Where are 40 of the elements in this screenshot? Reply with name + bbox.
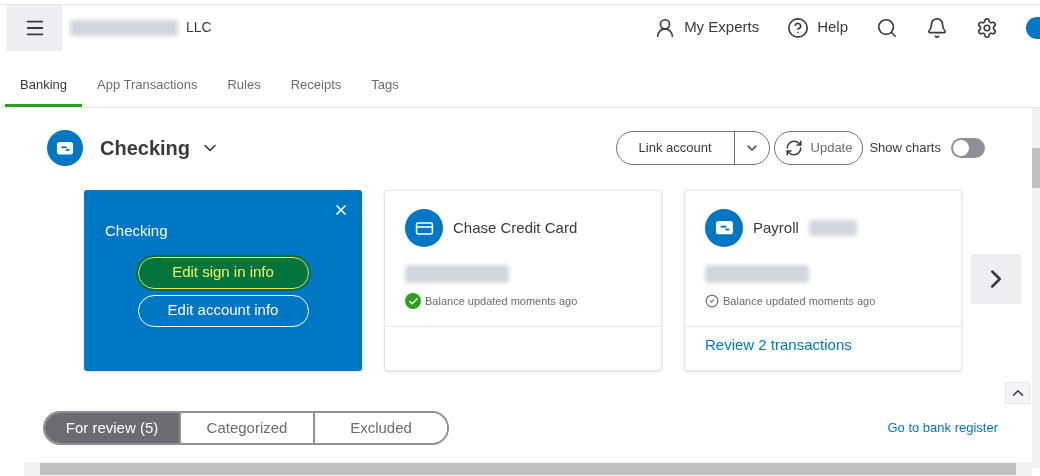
tab[interactable]: Rules [227,74,261,107]
horizontal-scrollbar[interactable] [24,462,1032,476]
account-card[interactable]: Chase Credit Card Balance updated moments ago [384,190,662,371]
avatar[interactable] [1026,16,1040,39]
bell-icon[interactable] [926,16,948,39]
show-charts-toggle[interactable] [951,138,985,158]
bank-register-link[interactable]: Go to bank register [887,418,998,438]
redacted-text [808,220,857,236]
popup-title: Checking [105,221,169,241]
account-card[interactable]: Payroll Balance updated moments ago Review 2 transactions [684,190,962,371]
account-selector[interactable]: Checking [100,133,221,163]
show-charts-label: Show charts [869,139,941,158]
filter-tab[interactable]: Excluded [313,413,447,443]
menu-button[interactable] [7,4,62,51]
help-icon [787,16,810,39]
bank-account-icon [47,130,83,166]
search-icon[interactable] [876,16,898,39]
header-link[interactable]: Help [787,16,848,39]
balance-status: Balance updated moments ago [723,294,876,309]
bank-account-icon [705,209,743,247]
company-name: LLC [186,18,212,37]
tab[interactable]: Banking [5,74,82,107]
popup-button[interactable]: Edit sign in info [137,256,309,289]
close-icon[interactable] [333,202,349,218]
filter-tab[interactable]: For review (5) [45,413,179,443]
balance-status: Balance updated moments ago [425,294,578,309]
tab[interactable]: Tags [371,74,399,107]
link-account-label[interactable]: Link account [616,132,735,164]
tab[interactable]: Receipts [290,74,342,107]
tab[interactable]: App Transactions [97,74,198,107]
settings-icon[interactable] [976,16,998,39]
next-button[interactable] [971,254,1021,304]
account-name: Payroll [753,217,799,238]
collapse-button[interactable] [1005,382,1030,404]
refresh-icon [784,139,803,157]
header-link[interactable]: My Experts [654,16,760,39]
credit-card-icon [405,209,443,247]
vertical-scrollbar[interactable] [1032,108,1040,468]
account-name: Chase Credit Card [453,217,578,238]
review-link[interactable]: Review 2 transactions [705,336,852,353]
